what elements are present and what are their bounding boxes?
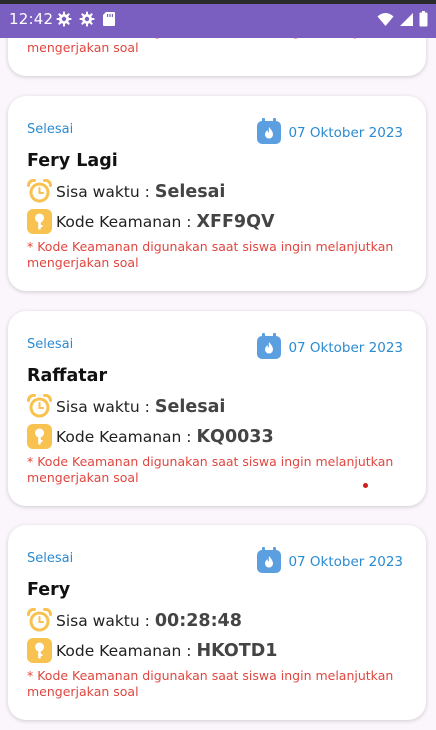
security-code-value: XFF9QV [196,211,275,232]
alarm-clock-icon [27,608,56,633]
security-code-value: KQ0033 [196,426,274,447]
session-card-partial[interactable]: * Kode Keamanan digunakan saat siswa ing… [8,38,426,76]
security-code-row: Kode Keamanan : KQ0033 [27,424,274,449]
session-date: 07 Oktober 2023 [257,547,403,577]
student-name: Raffatar [27,366,108,386]
remaining-time-value: 00:28:48 [154,610,242,631]
indicator-dot [363,483,368,488]
session-date: 07 Oktober 2023 [257,333,403,363]
security-code-row: Kode Keamanan : HKOTD1 [27,638,277,663]
key-icon [27,638,56,663]
key-icon [27,424,56,449]
remaining-time-row: Sisa waktu : Selesai [27,394,225,419]
remaining-time-label: Sisa waktu : [56,611,150,630]
date-text: 07 Oktober 2023 [288,554,403,570]
remaining-time-label: Sisa waktu : [56,397,150,416]
date-text: 07 Oktober 2023 [288,340,403,356]
student-name: Fery [27,580,71,600]
remaining-time-value: Selesai [154,181,226,202]
session-status: Selesai [27,337,74,352]
key-icon [27,209,56,234]
gear-icon [56,11,72,27]
session-status: Selesai [27,122,74,137]
student-name: Fery Lagi [27,151,118,171]
battery-icon [419,11,428,27]
security-code-label: Kode Keamanan : [56,212,192,231]
calendar-icon [257,333,282,363]
alarm-clock-icon [27,394,56,419]
calendar-icon [257,547,282,577]
security-code-note: * Kode Keamanan digunakan saat siswa ing… [27,38,393,55]
security-code-note: * Kode Keamanan digunakan saat siswa ing… [27,668,394,699]
status-time: 12:42 [9,10,54,28]
session-date: 07 Oktober 2023 [257,118,403,148]
signal-icon [399,12,414,27]
calendar-icon [257,118,282,148]
remaining-time-row: Sisa waktu : 00:28:48 [27,608,242,633]
security-code-note: * Kode Keamanan digunakan saat siswa ing… [27,454,394,485]
status-left-icons [56,11,116,27]
gear-icon [79,11,95,27]
session-status: Selesai [27,551,74,566]
security-code-label: Kode Keamanan : [56,427,192,446]
wifi-icon [377,12,394,27]
date-text: 07 Oktober 2023 [288,125,403,141]
sd-card-icon [102,11,116,27]
session-card[interactable]: Selesai 07 Oktober 2023 Fery Lagi Sisa w… [8,96,426,291]
session-card[interactable]: Selesai 07 Oktober 2023 Fery Sisa waktu … [8,525,426,720]
session-card[interactable]: Selesai 07 Oktober 2023 Raffatar Sisa wa… [8,311,426,506]
status-right-icons [377,11,428,27]
security-code-row: Kode Keamanan : XFF9QV [27,209,275,234]
security-code-value: HKOTD1 [196,640,278,661]
remaining-time-label: Sisa waktu : [56,182,150,201]
security-code-note: * Kode Keamanan digunakan saat siswa ing… [27,239,394,270]
security-code-label: Kode Keamanan : [56,641,192,660]
status-bar: 12:42 [0,0,436,38]
remaining-time-value: Selesai [154,396,226,417]
remaining-time-row: Sisa waktu : Selesai [27,179,225,204]
alarm-clock-icon [27,179,56,204]
exam-session-list[interactable]: * Kode Keamanan digunakan saat siswa ing… [0,38,436,730]
